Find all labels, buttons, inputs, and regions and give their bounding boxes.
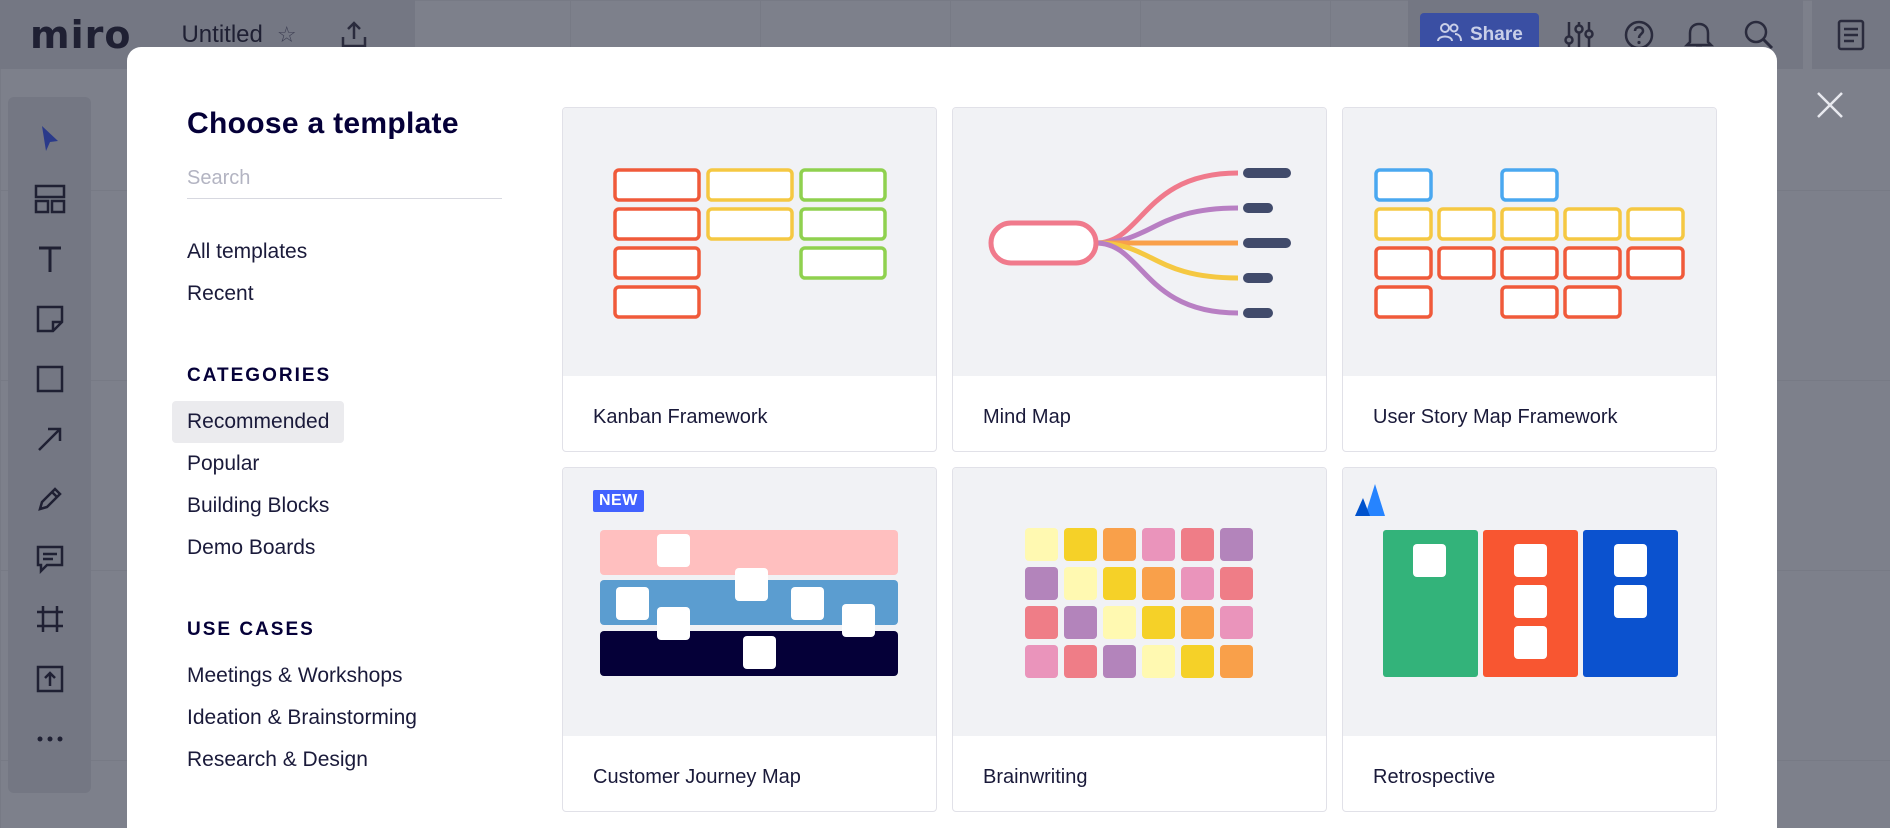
categories-list: Recommended Popular Building Blocks Demo… bbox=[172, 401, 507, 569]
sticky-note-icon[interactable] bbox=[28, 297, 72, 341]
templates-icon[interactable] bbox=[28, 177, 72, 221]
nav-all-templates[interactable]: All templates bbox=[172, 231, 322, 273]
use-case-meetings[interactable]: Meetings & Workshops bbox=[172, 655, 418, 697]
mind-map-thumbnail bbox=[953, 108, 1326, 376]
template-card-kanban[interactable]: Kanban Framework bbox=[562, 107, 937, 452]
kanban-thumbnail bbox=[563, 108, 936, 376]
modal-sidebar: Choose a template All templates Recent C… bbox=[172, 107, 507, 781]
arrow-line-icon[interactable] bbox=[28, 417, 72, 461]
text-icon[interactable] bbox=[28, 237, 72, 281]
template-picker-modal: Choose a template All templates Recent C… bbox=[127, 47, 1777, 828]
user-story-map-thumbnail bbox=[1343, 108, 1716, 376]
category-demo-boards[interactable]: Demo Boards bbox=[172, 527, 330, 569]
use-case-research[interactable]: Research & Design bbox=[172, 739, 383, 781]
template-label: Brainwriting bbox=[983, 766, 1088, 788]
template-label: User Story Map Framework bbox=[1373, 406, 1618, 428]
shape-icon[interactable] bbox=[28, 357, 72, 401]
nav-list: All templates Recent bbox=[187, 231, 507, 315]
template-card-customer-journey-map[interactable]: NEW Customer Journey Map bbox=[562, 467, 937, 812]
upload-icon[interactable] bbox=[28, 657, 72, 701]
use-cases-list: Meetings & Workshops Ideation & Brainsto… bbox=[187, 655, 507, 781]
customer-journey-thumbnail: NEW bbox=[563, 468, 936, 736]
modal-title: Choose a template bbox=[187, 107, 459, 140]
template-grid: Kanban Framework Mind Map User Story Map… bbox=[562, 107, 1717, 812]
template-card-user-story-map[interactable]: User Story Map Framework bbox=[1342, 107, 1717, 452]
pen-icon[interactable] bbox=[28, 477, 72, 521]
use-cases-heading: USE CASES bbox=[187, 619, 315, 640]
template-card-retrospective[interactable]: Retrospective bbox=[1342, 467, 1717, 812]
template-card-brainwriting[interactable]: Brainwriting bbox=[952, 467, 1327, 812]
category-popular[interactable]: Popular bbox=[172, 443, 274, 485]
select-cursor-icon[interactable] bbox=[28, 117, 72, 161]
atlassian-icon bbox=[1355, 484, 1385, 516]
miro-logo[interactable]: miro bbox=[30, 13, 131, 57]
comment-icon[interactable] bbox=[28, 537, 72, 581]
more-icon[interactable] bbox=[28, 717, 72, 761]
template-label: Kanban Framework bbox=[593, 406, 768, 428]
close-icon[interactable] bbox=[1810, 85, 1850, 125]
users-icon bbox=[1436, 22, 1462, 48]
board-title[interactable]: Untitled bbox=[181, 21, 262, 49]
left-toolbar bbox=[8, 97, 91, 793]
template-label: Mind Map bbox=[983, 406, 1071, 428]
search-input[interactable] bbox=[187, 163, 502, 199]
template-card-mind-map[interactable]: Mind Map bbox=[952, 107, 1327, 452]
category-recommended[interactable]: Recommended bbox=[172, 401, 345, 443]
notes-icon[interactable] bbox=[1812, 0, 1890, 69]
brainwriting-thumbnail bbox=[953, 468, 1326, 736]
star-icon[interactable]: ☆ bbox=[277, 22, 297, 48]
retrospective-thumbnail bbox=[1343, 468, 1716, 736]
frame-icon[interactable] bbox=[28, 597, 72, 641]
template-label: Customer Journey Map bbox=[593, 766, 801, 788]
categories-heading: CATEGORIES bbox=[187, 365, 332, 386]
use-case-ideation[interactable]: Ideation & Brainstorming bbox=[172, 697, 432, 739]
template-label: Retrospective bbox=[1373, 766, 1496, 788]
category-building-blocks[interactable]: Building Blocks bbox=[172, 485, 344, 527]
nav-recent[interactable]: Recent bbox=[172, 273, 269, 315]
share-label: Share bbox=[1470, 23, 1523, 45]
